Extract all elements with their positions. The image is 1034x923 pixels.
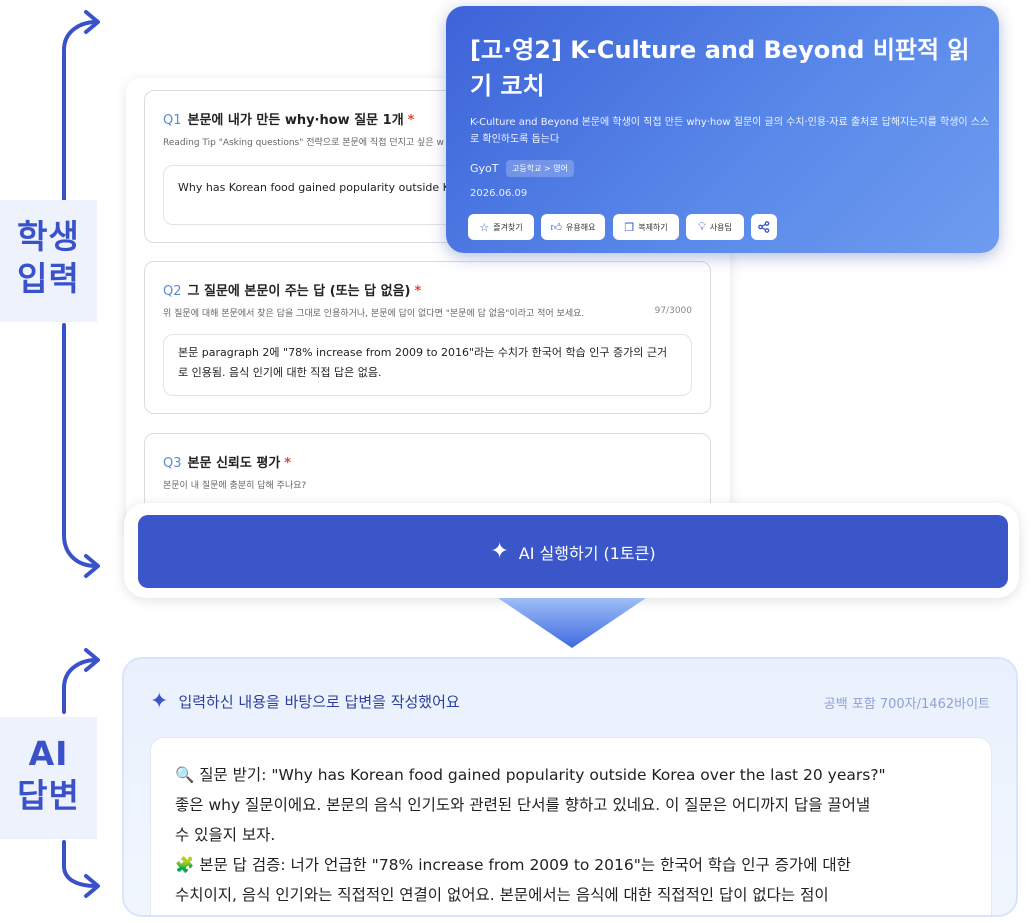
question-card-q2: Q2 그 질문에 본문이 주는 답 (또는 답 없음) * 위 질문에 대해 본문에… [144, 261, 711, 414]
answer-line: 좋은 why 질문이에요. 본문의 음식 인기도와 관련된 단서를 향하고 있네… [175, 796, 871, 814]
run-button-container: ✦ AI 실행하기 (1토큰) [124, 503, 1019, 598]
duplicate-button[interactable]: ❐ 복제하기 [613, 214, 679, 240]
category-tag[interactable]: 고등학교 > 영어 [506, 160, 574, 177]
ai-answer-label: AI 답변 [0, 717, 97, 839]
question-title: Q2 그 질문에 본문이 주는 답 (또는 답 없음) * [163, 284, 422, 299]
tool-title: [고·영2] K-Culture and Beyond 비판적 읽기 코치 [470, 36, 970, 100]
question-title: Q1 본문에 내가 만든 why·how 질문 1개 * [163, 113, 415, 128]
copy-icon: ❐ [624, 220, 635, 234]
share-button[interactable] [751, 214, 777, 240]
lightbulb-icon: 💡︎ [698, 220, 706, 233]
sparkle-icon: ✦ [490, 539, 509, 564]
run-ai-button[interactable]: ✦ AI 실행하기 (1토큰) [138, 515, 1008, 588]
ai-answer-header: ✦ 입력하신 내용을 바탕으로 답변을 작성했어요 [150, 689, 460, 714]
usage-tip-button[interactable]: 💡︎ 사용팁 [686, 214, 744, 240]
answer-line: 🧩 본문 답 검증: 너가 언급한 "78% increase from 200… [175, 856, 851, 874]
flow-down-arrow [498, 598, 646, 648]
app-canvas: 학생 입력 AI 답변 Q1 본문에 내가 만든 why·how 질문 1개 * R… [0, 0, 1034, 923]
question-title: Q3 본문 신뢰도 평가 * [163, 456, 292, 471]
sparkle-icon: ✦ [150, 689, 169, 714]
question-number: Q1 [163, 113, 182, 128]
favorite-button[interactable]: ☆ 즐겨찾기 [468, 214, 534, 240]
answer-field-q2[interactable]: 본문 paragraph 2에 "78% increase from 2009 … [163, 334, 692, 396]
star-icon: ☆ [479, 220, 490, 234]
question-number: Q3 [163, 456, 182, 471]
character-counter: 97/3000 [654, 306, 692, 316]
thumbs-up-icon: 👍︎ [550, 220, 563, 234]
question-number: Q2 [163, 284, 182, 299]
answer-line: 수 있을지 보자. [175, 826, 276, 844]
ai-answer-card: ✦ 입력하신 내용을 바탕으로 답변을 작성했어요 공백 포함 700자/146… [122, 657, 1018, 917]
required-mark: * [284, 456, 292, 471]
answer-line: 수치이지, 음식 인기와는 직접적인 연결이 없어요. 본문에서는 음식에 대한… [175, 886, 829, 904]
student-input-label: 학생 입력 [0, 200, 97, 322]
tool-description: K-Culture and Beyond 본문에 학생이 직접 만든 why·h… [470, 117, 990, 145]
ai-answer-body: 🔍 질문 받기: "Why has Korean food gained pop… [150, 737, 992, 915]
publish-date: 2026.06.09 [470, 188, 528, 199]
question-description: 위 질문에 대해 본문에서 찾은 답을 그대로 인용하거나, 본문에 답이 없다… [163, 309, 585, 319]
required-mark: * [407, 113, 415, 128]
tool-info-card: [고·영2] K-Culture and Beyond 비판적 읽기 코치 K-… [446, 6, 999, 253]
question-description: 본문이 내 질문에 충분히 답해 주나요? [163, 481, 307, 491]
required-mark: * [414, 284, 422, 299]
helpful-button[interactable]: 👍︎ 유용해요 [541, 214, 605, 240]
author-name[interactable]: GyoT [470, 162, 498, 175]
share-icon [758, 221, 770, 233]
answer-line: 🔍 질문 받기: "Why has Korean food gained pop… [175, 766, 886, 784]
question-description: Reading Tip "Asking questions" 전략으로 본문에 … [163, 138, 444, 148]
character-count: 공백 포함 700자/1462바이트 [823, 697, 990, 712]
